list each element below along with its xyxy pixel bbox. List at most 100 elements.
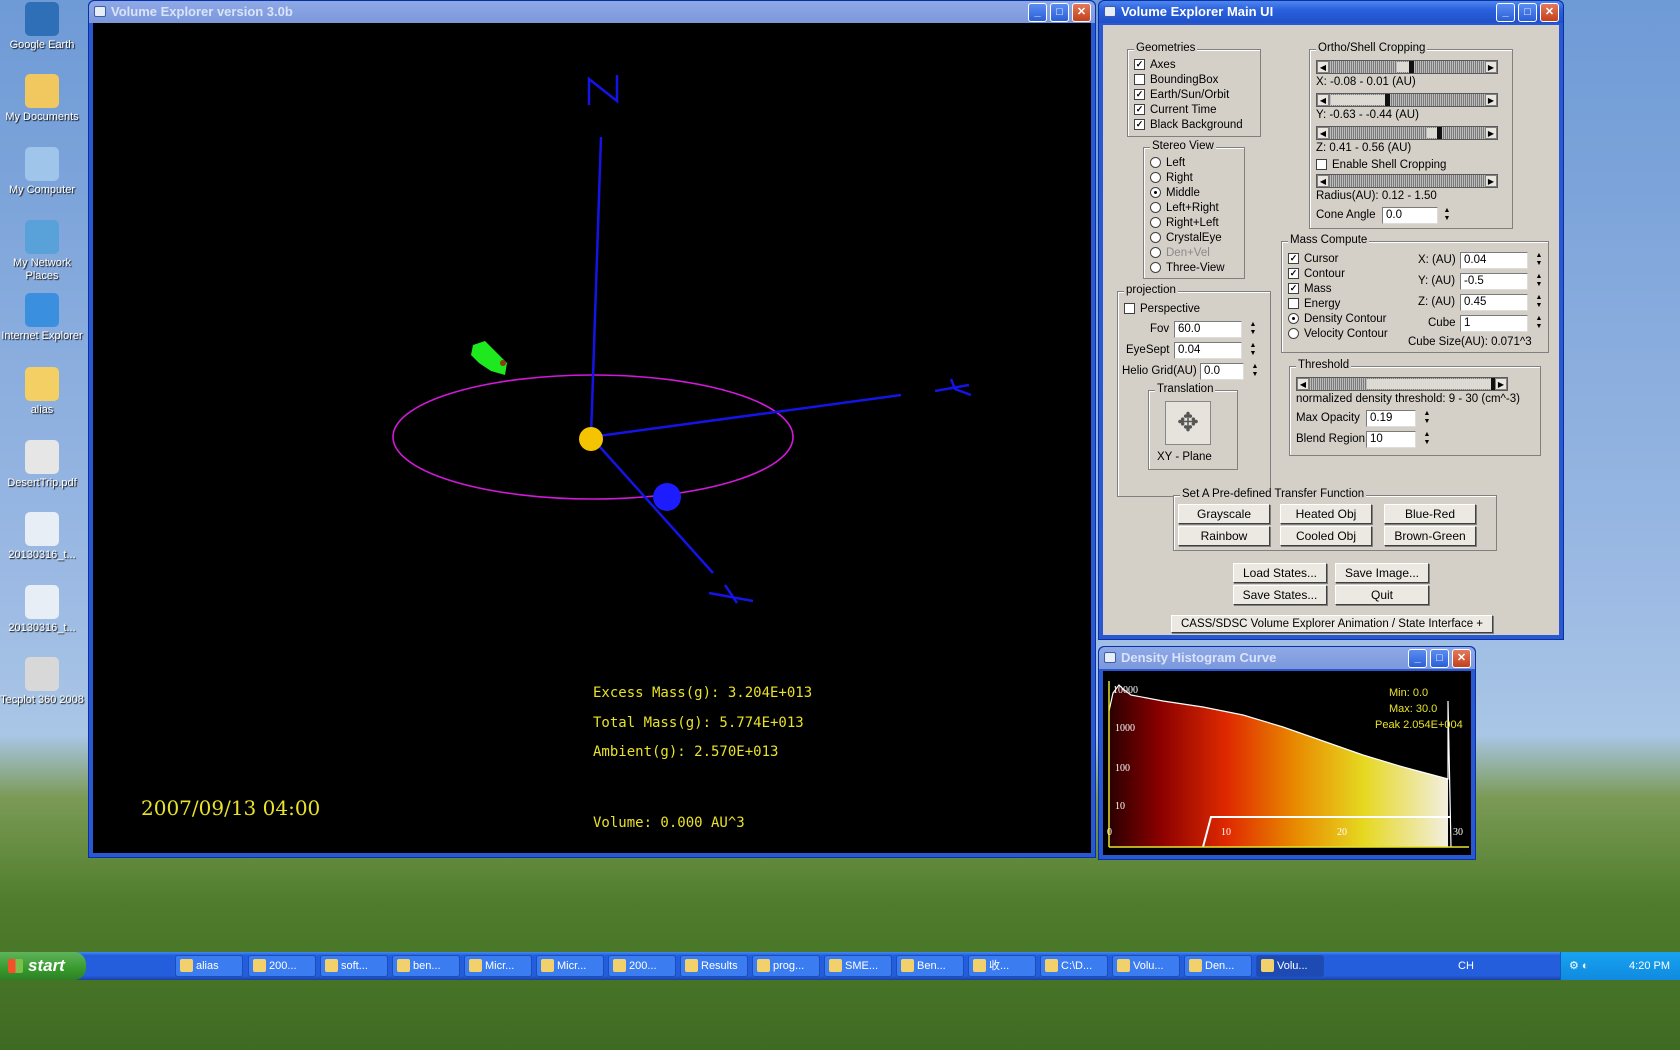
checkbox-box[interactable]: ✓ — [1134, 89, 1145, 100]
taskbar-button-6[interactable]: 200... — [608, 955, 676, 977]
mainui-title-bar[interactable]: Volume Explorer Main UI _ □ ✕ — [1099, 1, 1563, 23]
max-opacity-spinner[interactable]: ▲ ▼ — [1422, 410, 1432, 427]
cube-spinner[interactable]: ▲ ▼ — [1534, 315, 1544, 332]
mass-x-spinner[interactable]: ▲ ▼ — [1534, 252, 1544, 269]
desktop-icon-4[interactable]: Internet Explorer — [0, 293, 84, 343]
mass-x-input[interactable]: 0.04 — [1460, 252, 1528, 269]
histogram-title-bar[interactable]: Density Histogram Curve _ □ ✕ — [1099, 647, 1475, 669]
transfer-button-0[interactable]: Grayscale — [1178, 504, 1270, 524]
desktop-icon-3[interactable]: My Network Places — [0, 220, 84, 283]
tray-icons[interactable]: ⚙ ◐ — [1569, 952, 1589, 980]
stereo-radio-1[interactable]: Right — [1150, 171, 1193, 186]
slider-knob[interactable] — [1409, 61, 1414, 73]
geometry-checkbox-1[interactable]: BoundingBox — [1134, 73, 1218, 88]
save-states-button[interactable]: Save States... — [1233, 585, 1327, 605]
eyesept-input[interactable]: 0.04 — [1174, 342, 1242, 359]
taskbar-button-2[interactable]: soft... — [320, 955, 388, 977]
taskbar-button-3[interactable]: ben... — [392, 955, 460, 977]
slider-right-arrow[interactable]: ▶ — [1495, 378, 1507, 390]
stereo-radio-2[interactable]: Middle — [1150, 186, 1200, 201]
contour-radio-1[interactable]: Velocity Contour — [1288, 327, 1388, 342]
slider-left-arrow[interactable]: ◀ — [1317, 61, 1329, 73]
radio-dot[interactable] — [1150, 202, 1161, 213]
geometry-checkbox-4[interactable]: ✓ Black Background — [1134, 118, 1243, 133]
taskbar-button-12[interactable]: C:\D... — [1040, 955, 1108, 977]
desktop-icon-1[interactable]: My Documents — [0, 74, 84, 124]
desktop-icon-8[interactable]: 20130316_t... — [0, 585, 84, 635]
stereo-radio-7[interactable]: Three-View — [1150, 261, 1225, 276]
radio-dot[interactable] — [1150, 262, 1161, 273]
checkbox-box[interactable]: ✓ — [1288, 268, 1299, 279]
density-threshold-slider[interactable]: ◀ ▶ — [1296, 377, 1508, 391]
load-states-button[interactable]: Load States... — [1233, 563, 1327, 583]
slider-right-arrow[interactable]: ▶ — [1485, 175, 1497, 187]
minimize-button[interactable]: _ — [1496, 3, 1515, 22]
taskbar-button-1[interactable]: 200... — [248, 955, 316, 977]
x-range-slider[interactable]: ◀ ▶ — [1316, 60, 1498, 74]
eyesept-spinner[interactable]: ▲ ▼ — [1248, 342, 1258, 359]
mass-z-input[interactable]: 0.45 — [1460, 294, 1528, 311]
quit-button[interactable]: Quit — [1335, 585, 1429, 605]
enable-shell-checkbox[interactable]: Enable Shell Cropping — [1316, 158, 1446, 173]
close-button[interactable]: ✕ — [1072, 3, 1091, 22]
transfer-button-5[interactable]: Brown-Green — [1384, 526, 1476, 546]
mass-checkbox-0[interactable]: ✓ Cursor — [1288, 252, 1339, 267]
mass-y-spinner[interactable]: ▲ ▼ — [1534, 273, 1544, 290]
checkbox-box[interactable]: ✓ — [1288, 283, 1299, 294]
cone-angle-input[interactable]: 0.0 — [1382, 207, 1438, 224]
taskbar-button-11[interactable]: 收... — [968, 955, 1036, 977]
desktop-icon-5[interactable]: alias — [0, 367, 84, 417]
checkbox-box[interactable]: ✓ — [1134, 119, 1145, 130]
histogram-canvas[interactable]: 10000 1000 100 10 0 10 20 30 Min: 0.0 Ma… — [1103, 671, 1471, 855]
taskbar-button-9[interactable]: SME... — [824, 955, 892, 977]
render-viewport[interactable]: Excess Mass(g): 3.204E+013 Total Mass(g)… — [93, 23, 1091, 853]
stereo-radio-3[interactable]: Left+Right — [1150, 201, 1219, 216]
desktop-icon-7[interactable]: 20130316_t... — [0, 512, 84, 562]
fov-spinner[interactable]: ▲ ▼ — [1248, 321, 1258, 338]
slider-left-arrow[interactable]: ◀ — [1317, 175, 1329, 187]
start-button[interactable]: start — [0, 952, 86, 980]
cube-input[interactable]: 1 — [1460, 315, 1528, 332]
slider-knob[interactable] — [1437, 127, 1442, 139]
transfer-button-2[interactable]: Blue-Red — [1384, 504, 1476, 524]
cone-angle-spinner[interactable]: ▲ ▼ — [1442, 207, 1452, 224]
desktop-icon-0[interactable]: Google Earth — [0, 2, 84, 52]
radio-dot[interactable] — [1150, 157, 1161, 168]
maximize-button[interactable]: □ — [1050, 3, 1069, 22]
taskbar-button-14[interactable]: Den... — [1184, 955, 1252, 977]
checkbox-box[interactable] — [1134, 74, 1145, 85]
radio-dot[interactable] — [1150, 232, 1161, 243]
taskbar-button-7[interactable]: Results — [680, 955, 748, 977]
taskbar-button-5[interactable]: Micr... — [536, 955, 604, 977]
radius-slider[interactable]: ◀ ▶ — [1316, 174, 1498, 188]
minimize-button[interactable]: _ — [1028, 3, 1047, 22]
slider-left-arrow[interactable]: ◀ — [1317, 94, 1329, 106]
checkbox-box[interactable]: ✓ — [1134, 104, 1145, 115]
slider-left-arrow[interactable]: ◀ — [1317, 127, 1329, 139]
viewer-title-bar[interactable]: Volume Explorer version 3.0b _ □ ✕ — [89, 1, 1095, 23]
checkbox-box[interactable] — [1316, 159, 1327, 170]
radio-dot[interactable] — [1150, 172, 1161, 183]
language-indicator[interactable]: CH — [1458, 952, 1474, 980]
stereo-radio-5[interactable]: CrystalEye — [1150, 231, 1222, 246]
transfer-button-1[interactable]: Heated Obj — [1280, 504, 1372, 524]
helio-grid-spinner[interactable]: ▲ ▼ — [1250, 363, 1260, 380]
close-button[interactable]: ✕ — [1452, 649, 1471, 668]
desktop-icon-9[interactable]: Tecplot 360 2008 — [0, 657, 84, 707]
maximize-button[interactable]: □ — [1518, 3, 1537, 22]
taskbar-button-0[interactable]: alias — [175, 955, 243, 977]
minimize-button[interactable]: _ — [1408, 649, 1427, 668]
fov-input[interactable]: 60.0 — [1174, 321, 1242, 338]
checkbox-box[interactable] — [1288, 298, 1299, 309]
taskbar-button-10[interactable]: Ben... — [896, 955, 964, 977]
radio-dot[interactable] — [1150, 187, 1161, 198]
geometry-checkbox-0[interactable]: ✓ Axes — [1134, 58, 1176, 73]
blend-region-spinner[interactable]: ▲ ▼ — [1422, 431, 1432, 448]
taskbar-button-4[interactable]: Micr... — [464, 955, 532, 977]
transfer-button-3[interactable]: Rainbow — [1178, 526, 1270, 546]
slider-right-arrow[interactable]: ▶ — [1485, 127, 1497, 139]
z-range-slider[interactable]: ◀ ▶ — [1316, 126, 1498, 140]
stereo-radio-0[interactable]: Left — [1150, 156, 1185, 171]
slider-knob[interactable] — [1385, 94, 1390, 106]
geometry-checkbox-2[interactable]: ✓ Earth/Sun/Orbit — [1134, 88, 1229, 103]
